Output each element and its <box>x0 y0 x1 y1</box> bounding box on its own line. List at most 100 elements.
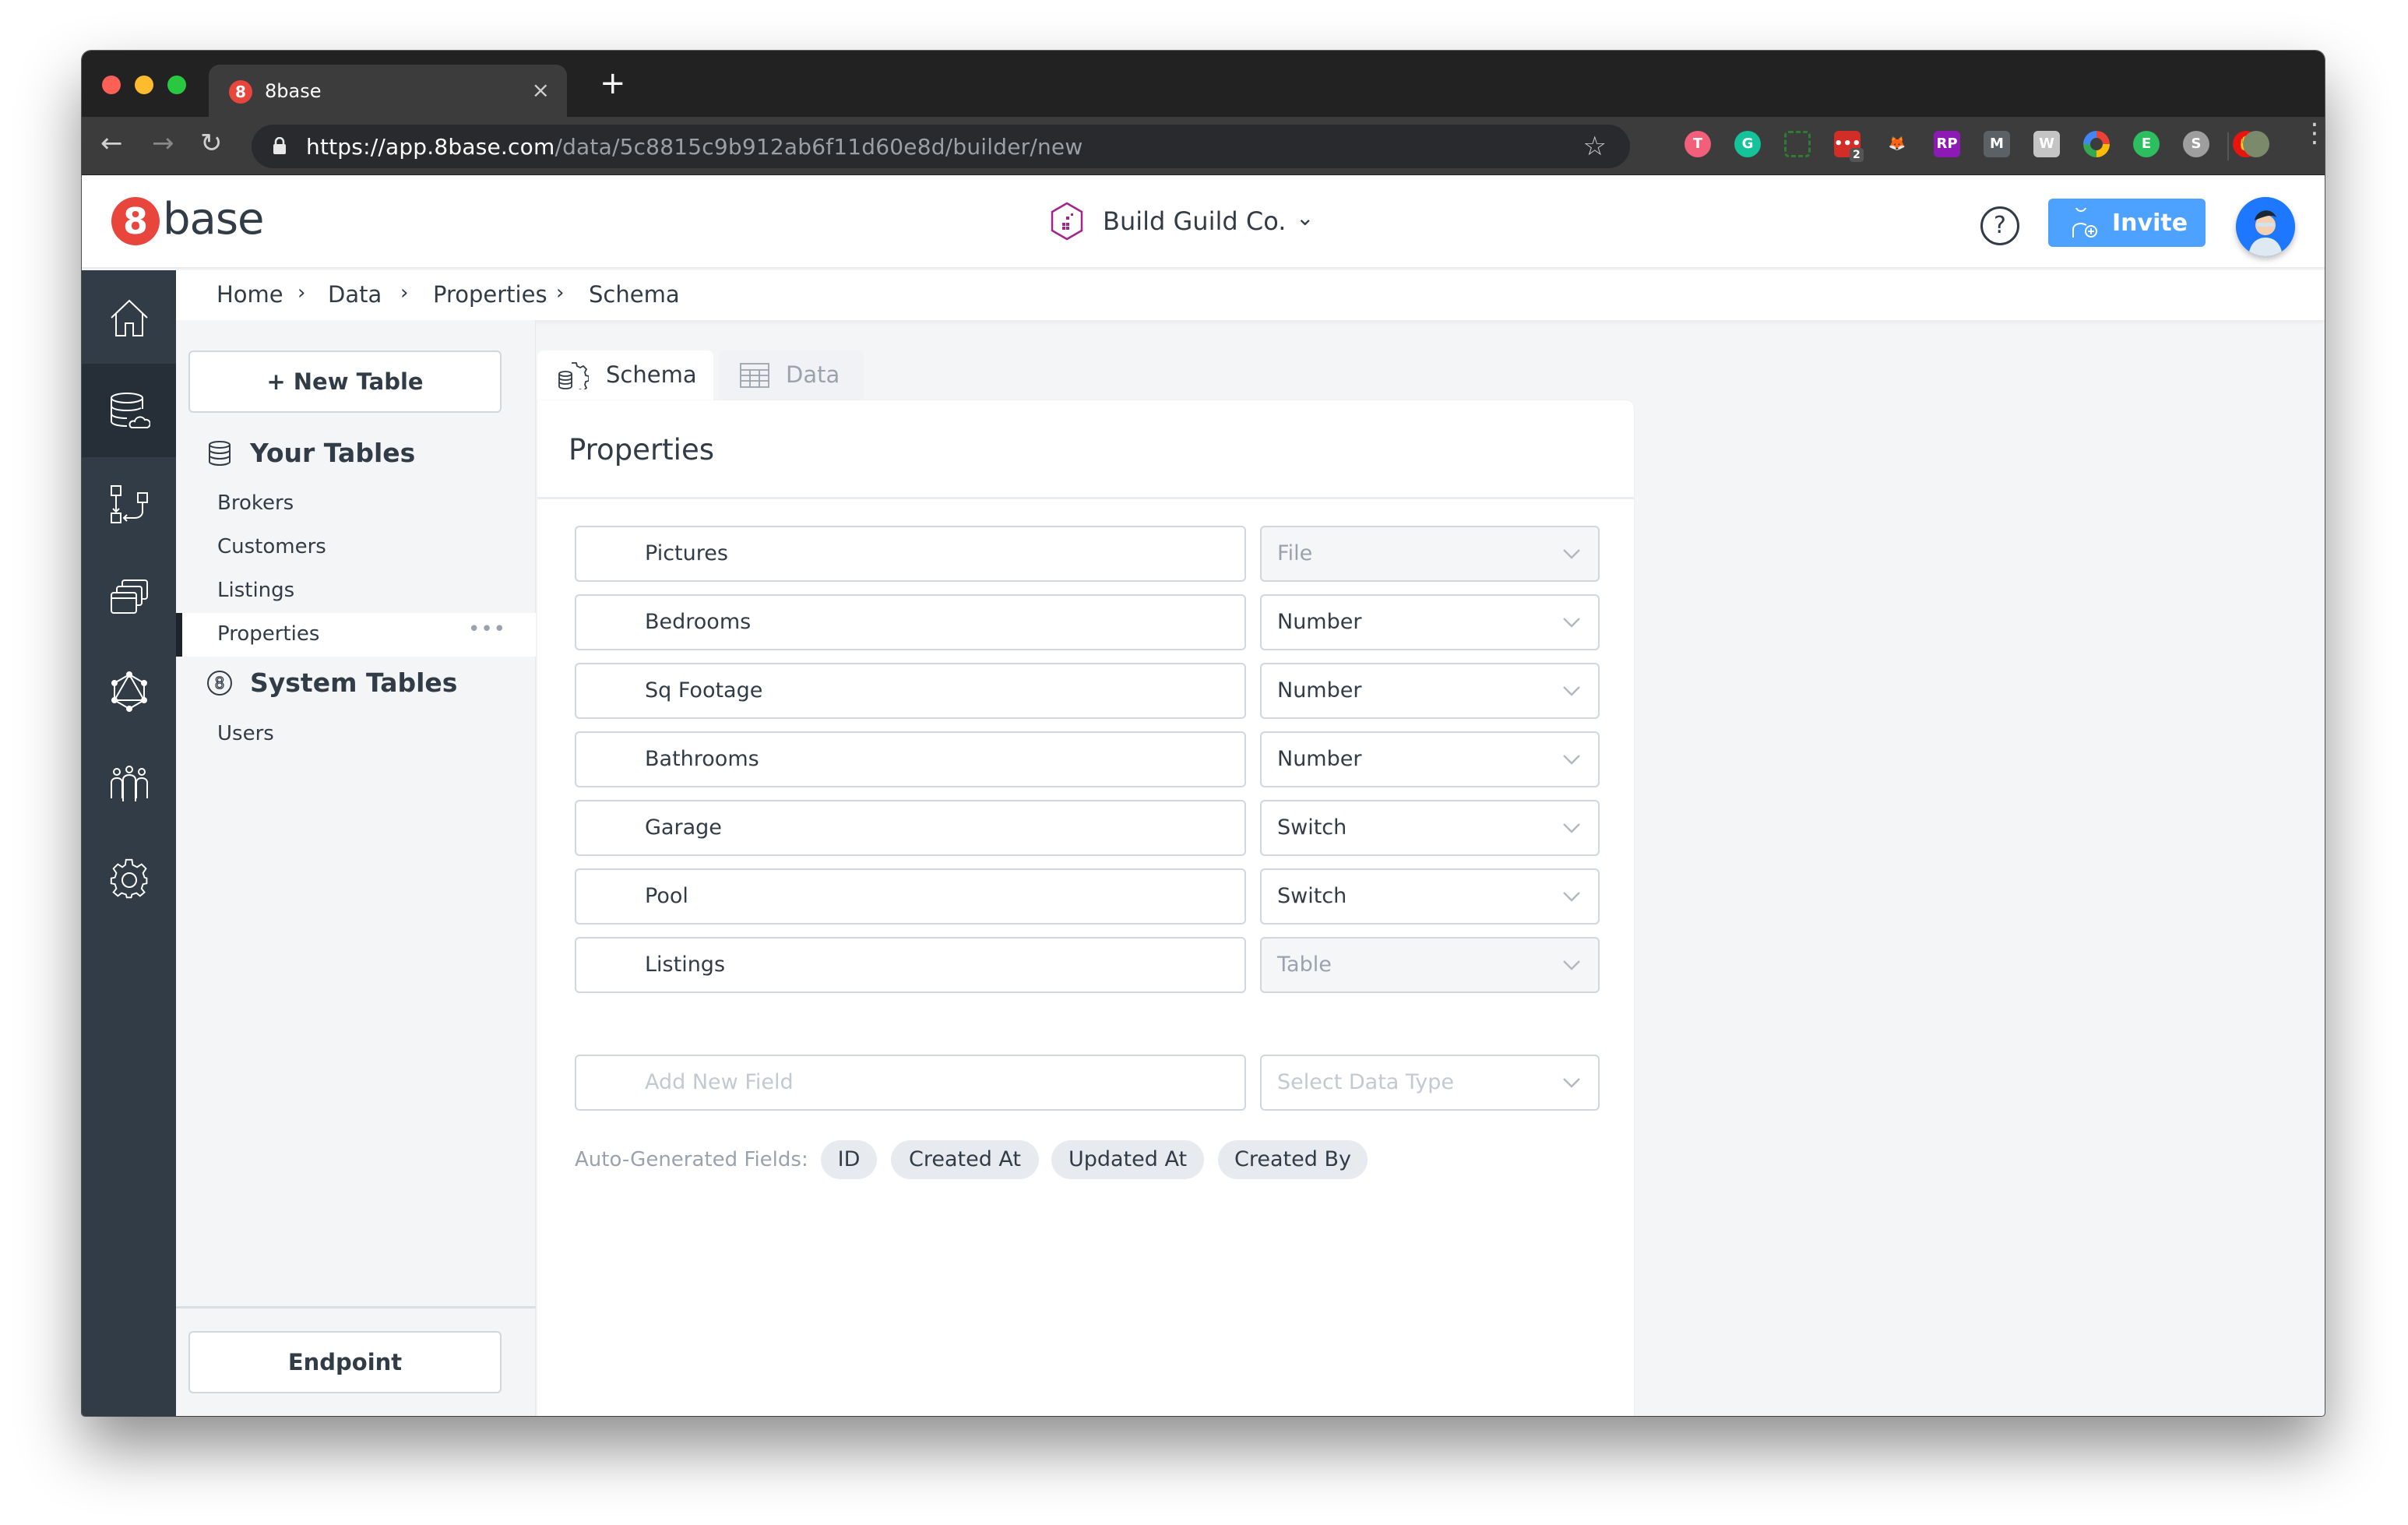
browser-tab[interactable]: 8 8base × <box>209 65 567 117</box>
field-name-input[interactable]: Listings <box>575 937 1246 993</box>
field-name-input[interactable]: Pool <box>575 868 1246 925</box>
rail-item-home[interactable] <box>82 270 176 364</box>
rail-item-app-services[interactable] <box>82 551 176 644</box>
rail-item-data[interactable] <box>82 364 176 457</box>
field-name-text: Bathrooms <box>645 747 759 771</box>
logo-mark-icon: 8 <box>111 197 160 245</box>
bookmark-star-icon[interactable]: ☆ <box>1583 131 1607 162</box>
field-row-pool: Pool Switch <box>575 868 1600 925</box>
avatar-illustration-icon <box>2236 197 2295 256</box>
tab-data[interactable]: Data <box>719 350 864 400</box>
new-table-button[interactable]: + New Table <box>188 350 502 413</box>
help-button[interactable]: ? <box>1980 206 2019 245</box>
field-name-input[interactable]: Sq Footage <box>575 663 1246 719</box>
rail-item-graphql[interactable] <box>82 644 176 738</box>
field-name-text: Listings <box>645 953 726 977</box>
field-name-input[interactable]: Pictures <box>575 526 1246 582</box>
metamask-extension-icon[interactable]: 🦊 <box>1884 131 1910 157</box>
browser-menu-button[interactable]: ⋮ <box>2301 120 2325 146</box>
invite-button[interactable]: Invite <box>2048 199 2206 247</box>
8base-circle-icon: 8 <box>207 671 232 696</box>
field-name-text: Garage <box>645 815 722 840</box>
breadcrumb-properties[interactable]: Properties <box>433 281 547 308</box>
database-cloud-icon <box>111 393 150 428</box>
maximize-window-button[interactable] <box>167 76 186 94</box>
address-bar[interactable]: https://app.8base.com/data/5c8815c9b912a… <box>252 125 1630 168</box>
app-header: 8 base Build Guild Co. ⌄ ? Invite <box>82 175 2325 269</box>
new-field-row: Add New Field Select Data Type <box>575 1055 1600 1111</box>
sidebar-item-label: Listings <box>217 579 295 602</box>
field-type-select[interactable]: Number <box>1260 663 1600 719</box>
sidebar-item-properties[interactable]: Properties ••• <box>176 613 536 657</box>
field-type-text: Switch <box>1277 815 1347 840</box>
home-icon <box>111 299 148 336</box>
auto-field-chip: Created By <box>1218 1140 1368 1179</box>
flow-diagram-icon <box>111 485 148 523</box>
field-row-listings: Listings Table <box>575 937 1600 993</box>
chevron-down-icon <box>1563 1078 1580 1088</box>
s-extension-icon[interactable]: S <box>2183 131 2209 157</box>
breadcrumb-separator: › <box>556 281 565 305</box>
back-button[interactable]: ← <box>100 128 123 159</box>
svg-text:8: 8 <box>215 674 225 692</box>
reload-button[interactable]: ↻ <box>200 128 223 159</box>
field-name-input[interactable]: Bedrooms <box>575 594 1246 650</box>
sidebar-divider <box>176 1306 536 1308</box>
evernote-extension-icon[interactable]: E <box>2133 131 2160 157</box>
w-extension-icon[interactable]: W <box>2033 131 2060 157</box>
field-type-select[interactable]: Number <box>1260 731 1600 787</box>
field-type-select[interactable]: Switch <box>1260 800 1600 856</box>
field-name-text: Sq Footage <box>645 678 763 703</box>
tab-schema[interactable]: Schema <box>537 350 713 400</box>
color-wheel-center <box>2090 138 2103 150</box>
placeholder-text: Select Data Type <box>1277 1070 1454 1094</box>
field-name-input[interactable]: Garage <box>575 800 1246 856</box>
auto-field-chip: Created At <box>891 1140 1039 1179</box>
grammarly-extension-icon[interactable]: G <box>1734 131 1761 157</box>
field-type-select: Table <box>1260 937 1600 993</box>
sidebar-item-listings[interactable]: Listings <box>176 569 536 613</box>
field-type-text: Number <box>1277 678 1362 703</box>
rp-extension-icon[interactable]: RP <box>1934 131 1960 157</box>
url-path: /data/5c8815c9b912ab6f11d60e8d/builder/n… <box>554 134 1083 160</box>
forward-button[interactable]: → <box>152 128 174 159</box>
endpoint-button[interactable]: Endpoint <box>188 1331 502 1393</box>
gear-icon <box>110 858 148 899</box>
close-window-button[interactable] <box>102 76 121 94</box>
breadcrumb-data[interactable]: Data <box>328 281 382 308</box>
todoist-extension-icon[interactable]: T <box>1685 131 1711 157</box>
user-avatar[interactable] <box>2236 197 2295 256</box>
chevron-down-icon <box>1563 755 1580 765</box>
m-extension-icon[interactable]: M <box>1984 131 2010 157</box>
field-type-select[interactable]: Switch <box>1260 868 1600 925</box>
more-options-icon[interactable]: ••• <box>468 618 506 641</box>
minimize-window-button[interactable] <box>135 76 153 94</box>
field-type-select[interactable]: Number <box>1260 594 1600 650</box>
system-tables-heading: System Tables <box>250 667 458 698</box>
rail-item-logic[interactable] <box>82 457 176 551</box>
breadcrumb-separator: › <box>297 281 306 305</box>
new-field-name-input[interactable]: Add New Field <box>575 1055 1246 1111</box>
rail-item-team[interactable] <box>82 738 176 831</box>
sidebar-item-customers[interactable]: Customers <box>176 526 536 569</box>
new-tab-button[interactable]: + <box>600 68 626 99</box>
close-tab-icon[interactable]: × <box>532 77 550 103</box>
profile-avatar[interactable] <box>2243 131 2269 157</box>
color-wheel-extension-icon[interactable] <box>2083 131 2110 157</box>
field-name-text: Bedrooms <box>645 610 752 634</box>
breadcrumb-home[interactable]: Home <box>217 281 283 308</box>
rail-item-settings[interactable] <box>82 831 176 925</box>
lock-icon <box>273 137 286 154</box>
lastpass-extension-icon[interactable]: ••• 2 <box>1834 131 1864 162</box>
placeholder-text: Add New Field <box>645 1070 794 1094</box>
chevron-down-icon <box>1563 823 1580 833</box>
sidebar-item-users[interactable]: Users <box>176 713 536 756</box>
sidebar-item-brokers[interactable]: Brokers <box>176 482 536 526</box>
extension-badge: 2 <box>1850 148 1864 162</box>
field-type-text: Switch <box>1277 884 1347 908</box>
new-field-type-select[interactable]: Select Data Type <box>1260 1055 1600 1111</box>
screenshot-extension-icon[interactable] <box>1784 131 1811 157</box>
field-row-sq-footage: Sq Footage Number <box>575 663 1600 719</box>
field-name-input[interactable]: Bathrooms <box>575 731 1246 787</box>
stacked-windows-icon <box>111 579 148 614</box>
